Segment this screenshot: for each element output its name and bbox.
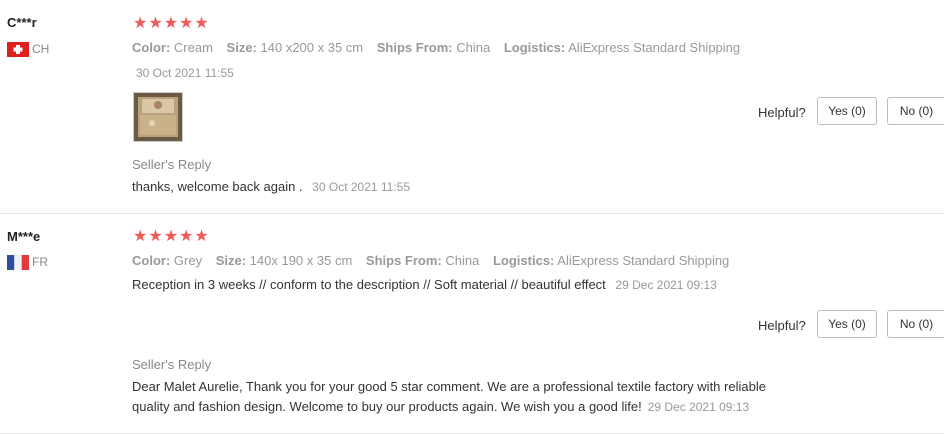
attr-value: China xyxy=(445,253,480,268)
seller-reply-label: Seller's Reply xyxy=(132,357,212,372)
attr-value: 140x 190 x 35 cm xyxy=(249,253,353,268)
seller-reply-text: thanks, welcome back again . xyxy=(132,179,303,194)
review-photo-thumbnail[interactable] xyxy=(133,92,183,142)
helpful-no-button[interactable]: No (0) xyxy=(887,310,944,338)
review-item: M***e FR ★★★★★ Color: Grey Size: 140x 19… xyxy=(0,214,944,434)
helpful-label: Helpful? xyxy=(758,105,806,120)
attr-value: Grey xyxy=(173,253,203,268)
attr-key: Size: xyxy=(215,253,247,268)
attr-key: Ships From: xyxy=(365,253,442,268)
attr-value: China xyxy=(456,40,491,55)
review-date: 30 Oct 2021 11:55 xyxy=(136,66,234,80)
review-content: Reception in 3 weeks // conform to the d… xyxy=(132,275,717,295)
attr-key: Ships From: xyxy=(376,40,453,55)
seller-reply-line-with-date: quality and fashion design. Welcome to b… xyxy=(132,397,832,417)
french-flag-icon xyxy=(7,255,29,270)
review-text: Reception in 3 weeks // conform to the d… xyxy=(132,277,606,292)
helpful-label: Helpful? xyxy=(758,318,806,333)
attr-value: AliExpress Standard Shipping xyxy=(557,253,730,268)
product-attributes: Color: Cream Size: 140 x200 x 35 cm Ship… xyxy=(132,40,750,55)
attr-key: Logistics: xyxy=(503,40,566,55)
attr-value: 140 x200 x 35 cm xyxy=(260,40,364,55)
helpful-yes-button[interactable]: Yes (0) xyxy=(817,97,877,125)
seller-reply: Dear Malet Aurelie, Thank you for your g… xyxy=(132,377,832,417)
attr-key: Color: xyxy=(132,253,171,268)
attr-value: Cream xyxy=(173,40,213,55)
swiss-flag-icon xyxy=(7,42,29,57)
review-date: 29 Dec 2021 09:13 xyxy=(615,278,717,292)
seller-reply: thanks, welcome back again . 30 Oct 2021… xyxy=(132,177,410,197)
seller-reply-line: quality and fashion design. Welcome to b… xyxy=(132,399,642,414)
attr-value: AliExpress Standard Shipping xyxy=(568,40,741,55)
helpful-yes-button[interactable]: Yes (0) xyxy=(817,310,877,338)
helpful-no-button[interactable]: No (0) xyxy=(887,97,944,125)
product-attributes: Color: Grey Size: 140x 190 x 35 cm Ships… xyxy=(132,253,739,268)
star-rating: ★★★★★ xyxy=(133,228,210,245)
seller-reply-label: Seller's Reply xyxy=(132,157,212,172)
seller-reply-line: Dear Malet Aurelie, Thank you for your g… xyxy=(132,379,766,394)
star-rating: ★★★★★ xyxy=(133,15,210,32)
review-item: C***r CH ★★★★★ Color: Cream Size: 140 x2… xyxy=(0,0,944,213)
attr-key: Logistics: xyxy=(492,253,555,268)
reviewer-name: C***r xyxy=(7,15,37,30)
reviewer-country: CH xyxy=(32,42,50,56)
reviewer-name: M***e xyxy=(7,229,41,244)
attr-key: Color: xyxy=(132,40,171,55)
seller-reply-date: 30 Oct 2021 11:55 xyxy=(312,180,411,194)
seller-reply-date: 29 Dec 2021 09:13 xyxy=(647,400,750,414)
attr-key: Size: xyxy=(226,40,257,55)
reviewer-country: FR xyxy=(32,255,48,269)
